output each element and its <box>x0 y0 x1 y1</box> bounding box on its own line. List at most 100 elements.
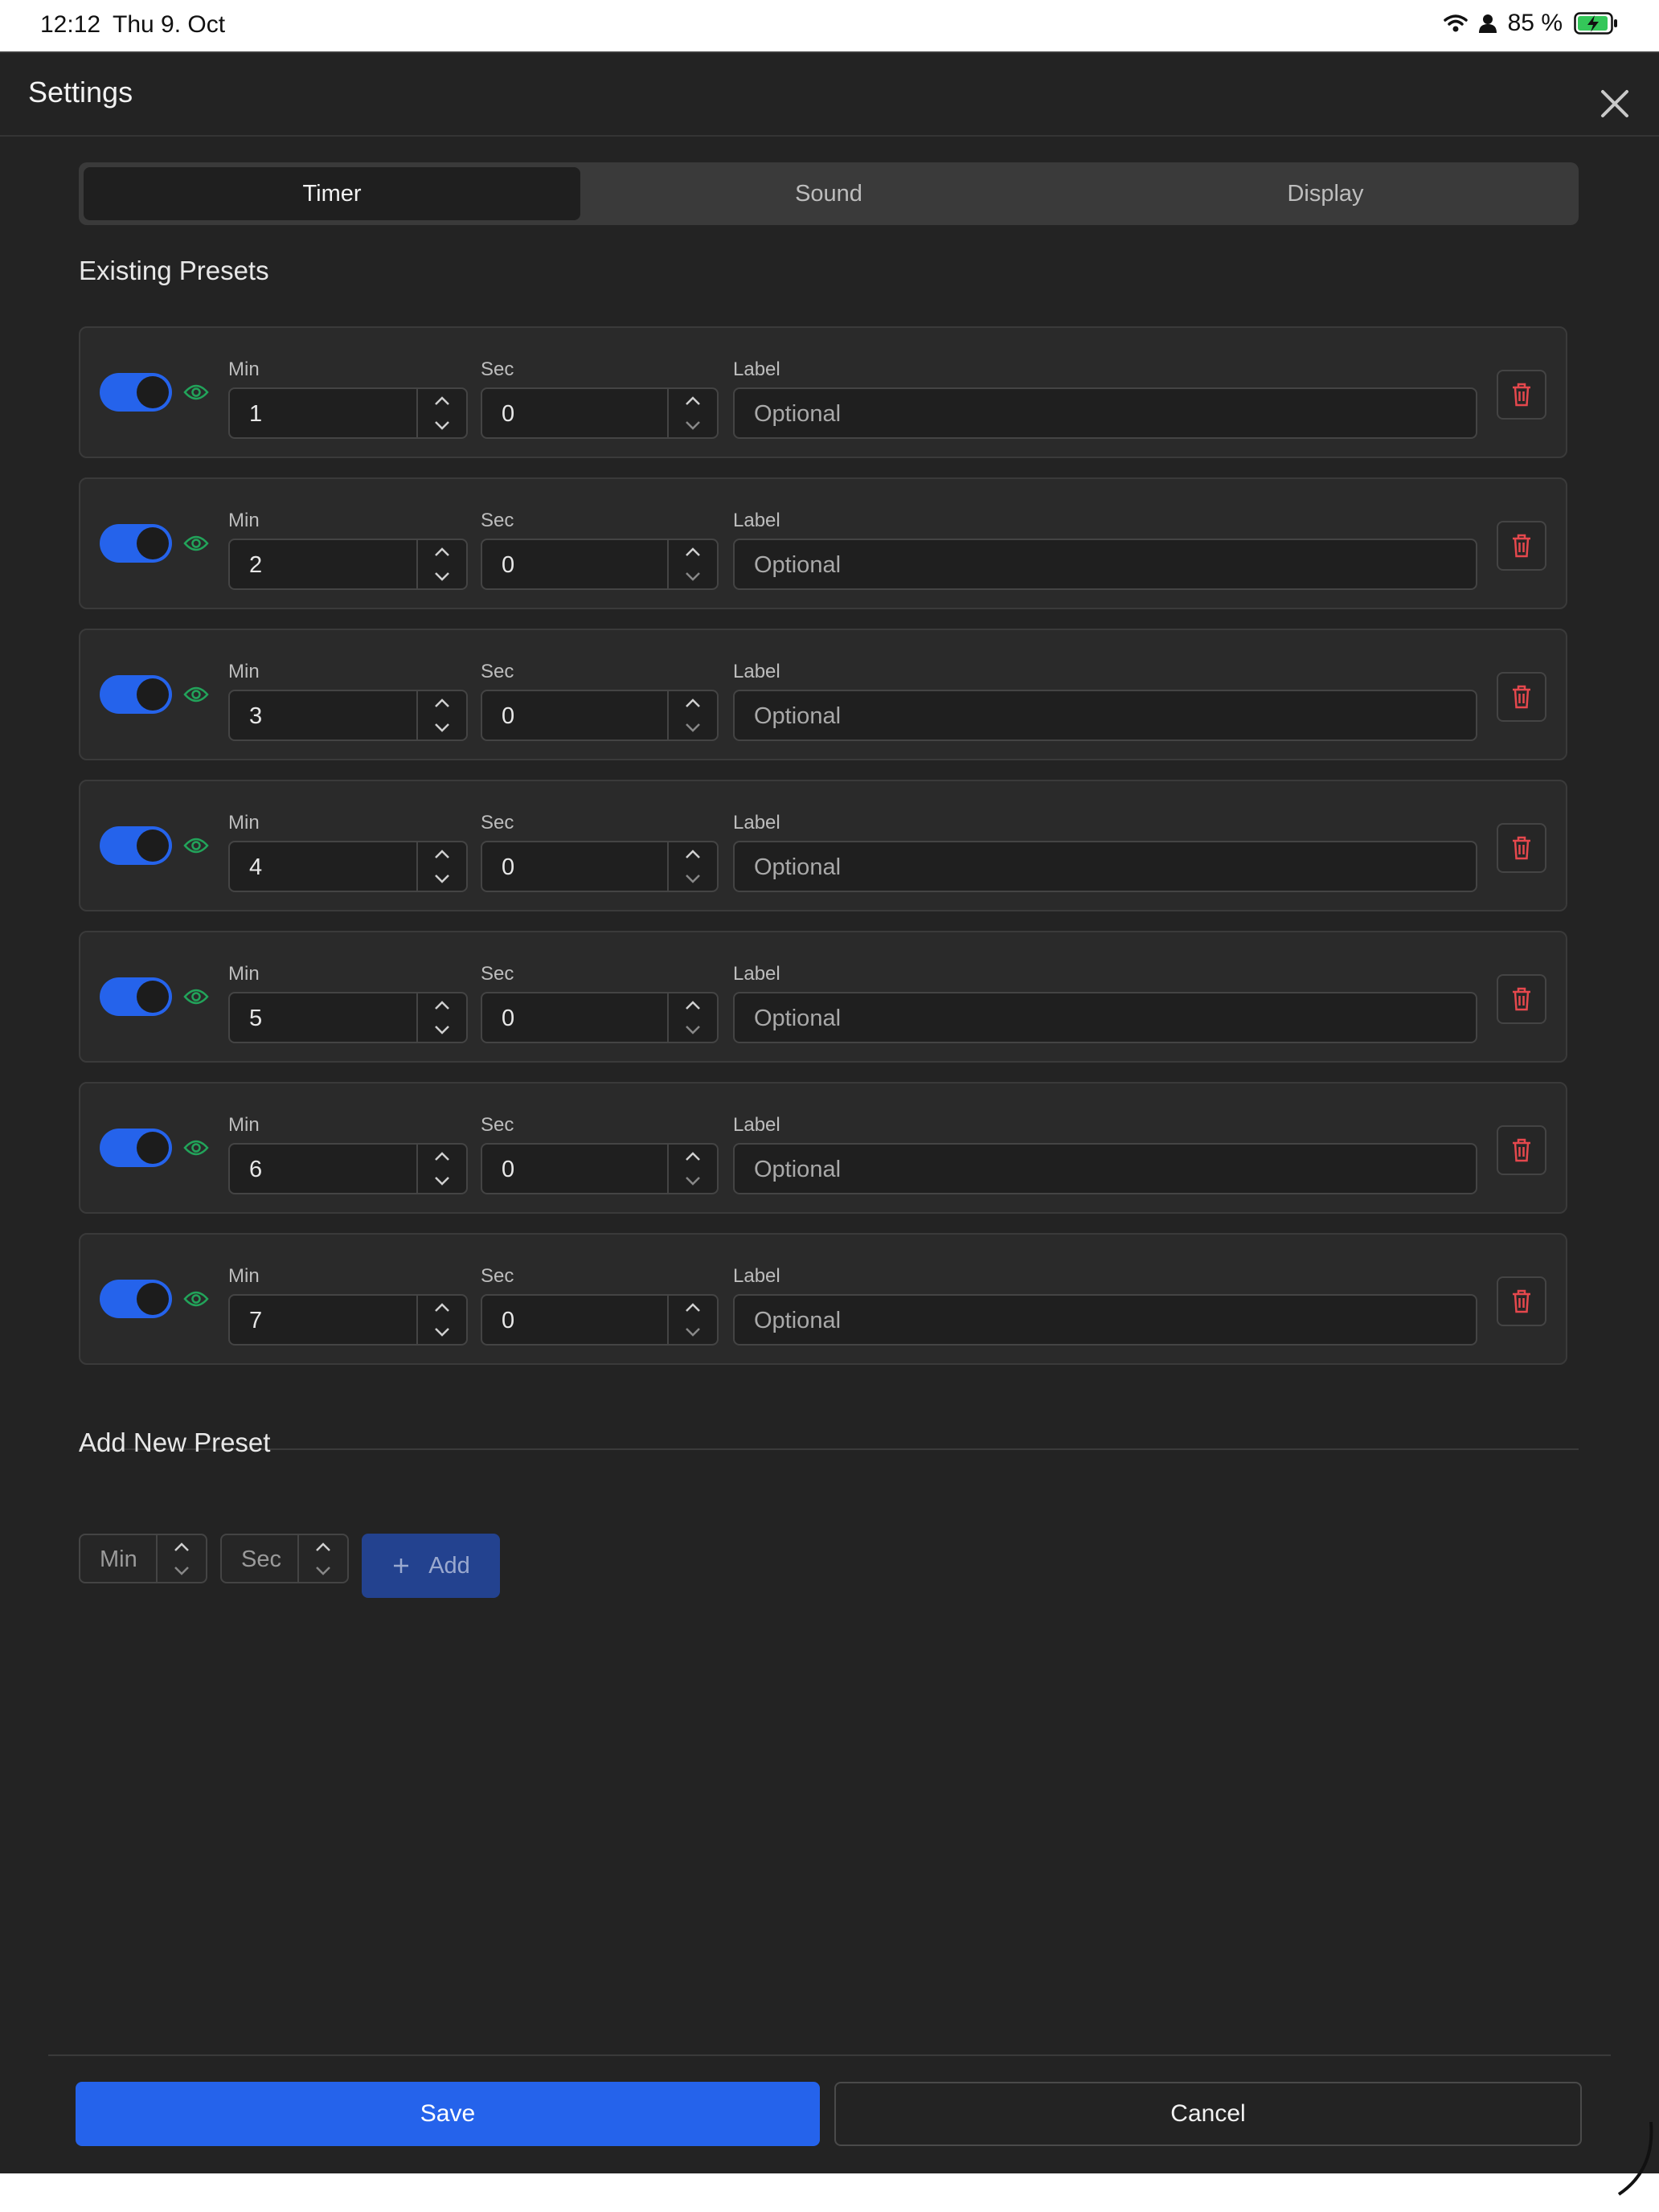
sec-decrement[interactable] <box>669 1169 717 1193</box>
preset-sec-input[interactable]: 0 <box>481 1294 719 1346</box>
sec-decrement[interactable] <box>669 715 717 739</box>
new-sec-input[interactable]: Sec <box>220 1534 349 1583</box>
preset-enabled-toggle[interactable] <box>100 675 172 714</box>
save-button[interactable]: Save <box>76 2082 820 2146</box>
chevron-down-icon <box>686 723 700 732</box>
tab-sound[interactable]: Sound <box>580 167 1077 220</box>
preset-label-input[interactable]: Optional <box>733 539 1477 590</box>
preset-enabled-toggle[interactable] <box>100 1129 172 1167</box>
chevron-down-icon <box>686 1328 700 1337</box>
settings-sheet: Settings Timer Sound Display Existing Pr… <box>0 51 1659 2175</box>
close-icon[interactable] <box>1595 84 1635 124</box>
add-preset-button[interactable]: Add <box>362 1534 500 1598</box>
min-increment[interactable] <box>418 1296 466 1320</box>
eye-icon <box>183 686 209 703</box>
preset-min-input[interactable]: 1 <box>228 387 468 439</box>
preset-enabled-toggle[interactable] <box>100 373 172 412</box>
label-placeholder: Optional <box>754 1308 842 1333</box>
preset-enabled-toggle[interactable] <box>100 826 172 865</box>
tab-display[interactable]: Display <box>1077 167 1574 220</box>
chevron-up-icon <box>435 547 449 556</box>
sec-decrement[interactable] <box>669 866 717 891</box>
sec-increment[interactable] <box>669 993 717 1018</box>
delete-preset-button[interactable] <box>1497 1276 1546 1326</box>
preset-enabled-toggle[interactable] <box>100 977 172 1016</box>
trash-icon <box>1513 383 1530 407</box>
min-increment[interactable] <box>418 993 466 1018</box>
delete-preset-button[interactable] <box>1497 823 1546 873</box>
sec-increment[interactable] <box>669 389 717 413</box>
preset-min-input[interactable]: 6 <box>228 1143 468 1194</box>
sec-decrement[interactable] <box>669 1018 717 1042</box>
delete-preset-button[interactable] <box>1497 521 1546 571</box>
preset-sec-input[interactable]: 0 <box>481 1143 719 1194</box>
preset-sec-input[interactable]: 0 <box>481 539 719 590</box>
min-increment[interactable] <box>418 389 466 413</box>
sec-decrement[interactable] <box>669 1320 717 1344</box>
delete-preset-button[interactable] <box>1497 370 1546 420</box>
preset-enabled-toggle[interactable] <box>100 1280 172 1318</box>
delete-preset-button[interactable] <box>1497 672 1546 722</box>
status-time: 12:12 <box>40 11 101 38</box>
new-min-input[interactable]: Min <box>79 1534 207 1583</box>
trash-icon <box>1513 534 1530 558</box>
preset-sec-input[interactable]: 0 <box>481 841 719 892</box>
delete-preset-button[interactable] <box>1497 1125 1546 1175</box>
preset-min-input[interactable]: 4 <box>228 841 468 892</box>
min-decrement[interactable] <box>418 1169 466 1193</box>
preset-sec-input[interactable]: 0 <box>481 387 719 439</box>
min-decrement[interactable] <box>418 1320 466 1344</box>
min-decrement[interactable] <box>418 1018 466 1042</box>
chevron-down-icon <box>686 1177 700 1186</box>
preset-label-input[interactable]: Optional <box>733 1294 1477 1346</box>
preset-min-input[interactable]: 7 <box>228 1294 468 1346</box>
preset-list: Min 1 Sec 0 Label Optional Min 2 Sec 0 L… <box>79 326 1567 1384</box>
min-increment[interactable] <box>418 842 466 866</box>
sec-increment[interactable] <box>669 691 717 715</box>
chevron-up-icon <box>686 850 700 858</box>
preset-label-input[interactable]: Optional <box>733 387 1477 439</box>
label-placeholder: Optional <box>754 703 842 729</box>
sec-decrement[interactable] <box>669 564 717 588</box>
cancel-button[interactable]: Cancel <box>834 2082 1582 2146</box>
tab-timer[interactable]: Timer <box>84 167 580 220</box>
preset-label-input[interactable]: Optional <box>733 841 1477 892</box>
preset-label-input[interactable]: Optional <box>733 1143 1477 1194</box>
label-placeholder: Optional <box>754 854 842 880</box>
preset-min-input[interactable]: 3 <box>228 690 468 741</box>
sec-increment[interactable] <box>669 842 717 866</box>
person-icon <box>1478 14 1497 33</box>
min-increment[interactable] <box>418 1145 466 1169</box>
preset-sec-input[interactable]: 0 <box>481 992 719 1043</box>
preset-label-input[interactable]: Optional <box>733 690 1477 741</box>
preset-min-input[interactable]: 2 <box>228 539 468 590</box>
sec-increment[interactable] <box>669 1145 717 1169</box>
sec-stepper <box>667 540 717 588</box>
chevron-up-icon <box>686 547 700 556</box>
new-min-decrement[interactable] <box>158 1559 206 1582</box>
min-decrement[interactable] <box>418 413 466 437</box>
new-sec-decrement[interactable] <box>299 1559 347 1582</box>
new-min-increment[interactable] <box>158 1535 206 1559</box>
min-decrement[interactable] <box>418 715 466 739</box>
new-sec-placeholder: Sec <box>241 1546 281 1572</box>
battery-percent: 85 % <box>1507 10 1563 36</box>
min-increment[interactable] <box>418 540 466 564</box>
preset-sec-value: 0 <box>502 552 515 578</box>
sec-decrement[interactable] <box>669 413 717 437</box>
preset-enabled-toggle[interactable] <box>100 524 172 563</box>
sec-increment[interactable] <box>669 540 717 564</box>
preset-min-input[interactable]: 5 <box>228 992 468 1043</box>
preset-sec-input[interactable]: 0 <box>481 690 719 741</box>
chevron-down-icon <box>435 572 449 581</box>
eye-icon <box>183 1291 209 1307</box>
add-new-preset-title: Add New Preset <box>79 1428 271 1457</box>
min-decrement[interactable] <box>418 866 466 891</box>
min-decrement[interactable] <box>418 564 466 588</box>
preset-label-input[interactable]: Optional <box>733 992 1477 1043</box>
toggle-knob <box>137 830 169 862</box>
sec-increment[interactable] <box>669 1296 717 1320</box>
delete-preset-button[interactable] <box>1497 974 1546 1024</box>
min-increment[interactable] <box>418 691 466 715</box>
new-sec-increment[interactable] <box>299 1535 347 1559</box>
